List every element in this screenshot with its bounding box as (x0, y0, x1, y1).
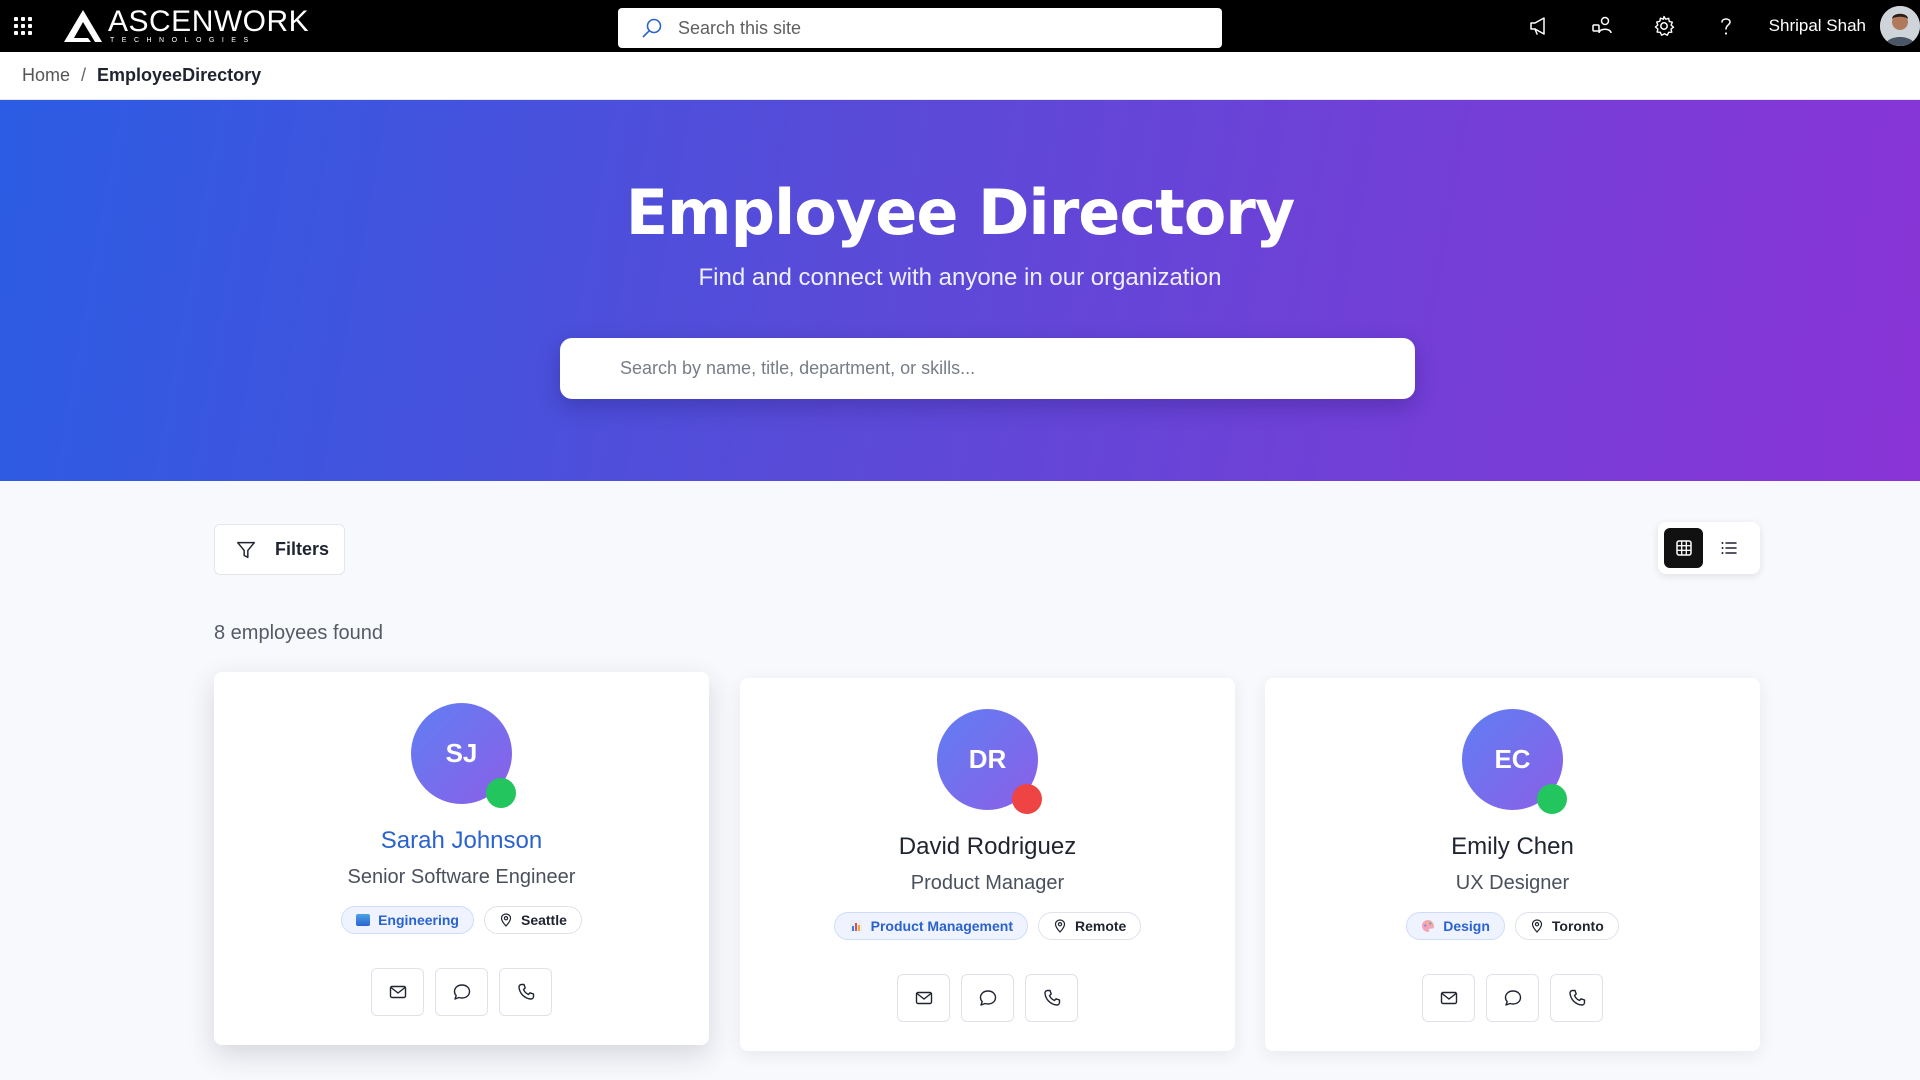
grid-view-button[interactable] (1664, 528, 1703, 568)
chat-button[interactable] (961, 974, 1014, 1022)
employee-card[interactable]: EC Emily Chen UX Designer Design Toronto (1265, 678, 1760, 1051)
help-button[interactable] (1695, 0, 1757, 52)
employee-name[interactable]: Emily Chen (1265, 833, 1760, 861)
location-tag: Remote (1038, 912, 1142, 940)
gear-icon (1654, 15, 1674, 36)
people-icon (1591, 16, 1612, 34)
list-view-button[interactable] (1709, 528, 1748, 568)
email-button[interactable] (897, 974, 950, 1022)
email-button[interactable] (371, 968, 424, 1016)
chat-bubble-icon (453, 984, 470, 1000)
location-label: Remote (1075, 918, 1127, 934)
phone-icon (1043, 989, 1060, 1006)
view-toggle (1658, 522, 1760, 574)
directory-search-box[interactable] (560, 338, 1415, 399)
user-avatar[interactable] (1880, 6, 1920, 46)
directory-search-input[interactable] (620, 358, 1380, 379)
filters-button[interactable]: Filters (214, 524, 345, 575)
department-label: Product Management (870, 918, 1013, 934)
settings-button[interactable] (1633, 0, 1695, 52)
laptop-icon (356, 914, 371, 926)
location-pin-icon (1054, 919, 1066, 933)
breadcrumb-home-link[interactable]: Home (22, 65, 70, 86)
employee-grid: SJ Sarah Johnson Senior Software Enginee… (214, 672, 1760, 1080)
call-button[interactable] (1025, 974, 1078, 1022)
department-tag: Engineering (341, 906, 474, 934)
location-label: Toronto (1551, 918, 1604, 934)
department-tag: Product Management (833, 912, 1028, 940)
chat-bubble-icon (979, 990, 996, 1006)
palette-icon (1422, 920, 1435, 932)
mail-icon (389, 985, 406, 999)
filters-label: Filters (275, 539, 330, 559)
chat-button[interactable] (1486, 974, 1539, 1022)
status-online-indicator (486, 778, 516, 808)
call-button[interactable] (499, 968, 552, 1016)
list-icon (1721, 542, 1737, 554)
app-launcher-button[interactable] (0, 0, 46, 52)
employee-title: UX Designer (1455, 872, 1570, 894)
department-label: Design (1443, 918, 1490, 934)
employee-card[interactable]: SJ Sarah Johnson Senior Software Enginee… (214, 672, 709, 1045)
employee-name[interactable]: Sarah Johnson (214, 827, 709, 855)
announcements-button[interactable] (1509, 0, 1571, 52)
employee-title: Senior Software Engineer (347, 866, 576, 888)
status-busy-indicator (1012, 784, 1042, 814)
employee-name[interactable]: David Rodriguez (740, 833, 1235, 861)
user-photo-icon (1880, 6, 1920, 46)
chat-bubble-icon (1504, 990, 1521, 1006)
help-icon (1720, 18, 1731, 35)
user-name[interactable]: Shripal Shah (1769, 16, 1866, 36)
brand-logo[interactable]: ASCENWORK TECHNOLOGIES (62, 0, 309, 52)
breadcrumb: Home / EmployeeDirectory (0, 52, 1920, 100)
result-count: 8 employees found (214, 622, 384, 644)
search-icon (642, 18, 662, 38)
email-button[interactable] (1422, 974, 1475, 1022)
brand-name: ASCENWORK (108, 4, 310, 38)
location-tag: Toronto (1514, 912, 1619, 940)
location-label: Seattle (520, 912, 567, 928)
waffle-icon (14, 17, 32, 35)
suite-bar: ASCENWORK TECHNOLOGIES Search this site … (0, 0, 1920, 52)
brand-subtitle: TECHNOLOGIES (110, 36, 256, 44)
location-pin-icon (1531, 919, 1543, 933)
department-label: Engineering (378, 912, 459, 928)
mail-icon (915, 991, 932, 1005)
location-pin-icon (500, 913, 512, 927)
department-tag: Design (1406, 912, 1505, 940)
grid-icon (1675, 540, 1692, 556)
page-title: Employee Directory (625, 176, 1296, 249)
page-subtitle: Find and connect with anyone in our orga… (698, 264, 1222, 291)
hero-banner: Employee Directory Find and connect with… (0, 100, 1920, 481)
site-search-input[interactable] (678, 17, 1178, 39)
call-button[interactable] (1550, 974, 1603, 1022)
employee-title: Product Manager (910, 872, 1065, 894)
phone-icon (517, 983, 534, 1000)
filter-icon (237, 541, 255, 558)
employee-card[interactable]: DR David Rodriguez Product Manager Produ… (740, 678, 1235, 1051)
megaphone-icon (1529, 17, 1545, 35)
chart-icon (849, 920, 862, 932)
phone-icon (1568, 989, 1585, 1006)
ascenwork-logo-icon (64, 10, 102, 42)
location-tag: Seattle (483, 906, 582, 934)
site-search-box[interactable] (618, 8, 1222, 48)
breadcrumb-current: EmployeeDirectory (97, 65, 262, 85)
chat-button[interactable] (435, 968, 488, 1016)
mail-icon (1440, 991, 1457, 1005)
breadcrumb-separator: / (81, 65, 87, 85)
status-online-indicator (1537, 784, 1567, 814)
people-button[interactable] (1571, 0, 1633, 52)
